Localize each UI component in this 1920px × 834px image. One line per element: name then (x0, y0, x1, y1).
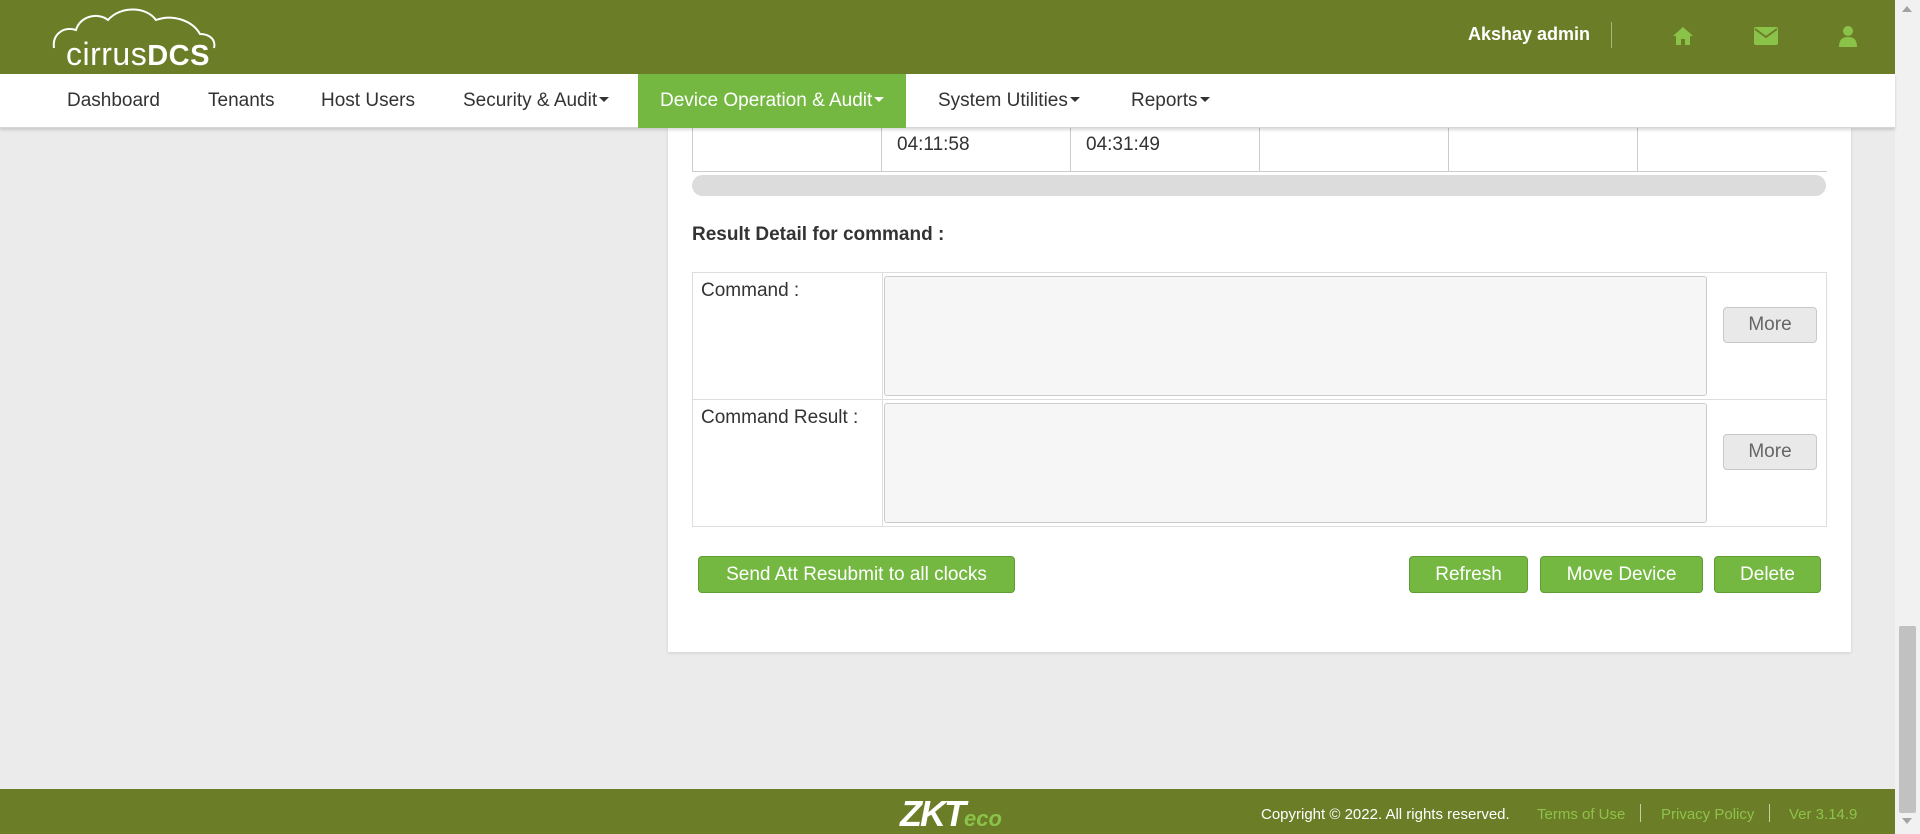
command-result-label: Command Result : (701, 407, 859, 428)
top-header: cirrusDCS Akshay admin (0, 0, 1895, 74)
home-icon[interactable] (1669, 22, 1697, 50)
nav-reports[interactable]: Reports (1109, 74, 1232, 128)
cirrusdcs-logo[interactable]: cirrusDCS (50, 4, 220, 72)
scroll-up-arrow-icon[interactable] (1902, 6, 1912, 12)
table-cell (692, 128, 881, 172)
copyright-text: Copyright © 2022. All rights reserved. (1261, 806, 1510, 823)
send-att-resubmit-button[interactable]: Send Att Resubmit to all clocks (698, 556, 1015, 593)
command-more-button[interactable]: More (1723, 307, 1817, 343)
footer-divider (1640, 804, 1641, 822)
table-horizontal-scrollbar[interactable] (692, 175, 1826, 196)
caret-down-icon (599, 96, 610, 102)
move-device-button[interactable]: Move Device (1540, 556, 1703, 593)
command-textarea[interactable] (884, 276, 1707, 396)
column-divider (882, 273, 883, 526)
header-divider (1611, 22, 1612, 48)
caret-down-icon (874, 96, 885, 102)
delete-button[interactable]: Delete (1714, 556, 1821, 593)
table-cell: 04:11:58 (881, 128, 1070, 172)
nav-system-utilities[interactable]: System Utilities (916, 74, 1102, 128)
command-label: Command : (701, 280, 800, 301)
user-icon[interactable] (1834, 22, 1862, 50)
user-name[interactable]: Akshay admin (1468, 24, 1590, 45)
command-result-textarea[interactable] (884, 403, 1707, 523)
caret-down-icon (1199, 96, 1210, 102)
table-row: 04:11:58 04:31:49 (692, 128, 1827, 172)
command-result-more-button[interactable]: More (1723, 434, 1817, 470)
terms-of-use-link[interactable]: Terms of Use (1537, 806, 1625, 823)
main-nav: Dashboard Tenants Host Users Security & … (0, 74, 1895, 128)
logo-text: cirrusDCS (66, 36, 210, 72)
result-detail-title: Result Detail for command : (692, 224, 945, 245)
page-footer: ZKTeco Copyright © 2022. All rights rese… (0, 789, 1895, 834)
nav-tenants[interactable]: Tenants (186, 74, 297, 128)
nav-device-operation-audit[interactable]: Device Operation & Audit (638, 74, 907, 128)
nav-security-audit[interactable]: Security & Audit (441, 74, 631, 128)
page-vertical-scrollbar[interactable] (1895, 0, 1920, 834)
caret-down-icon (1069, 96, 1080, 102)
privacy-policy-link[interactable]: Privacy Policy (1661, 806, 1754, 823)
row-divider (693, 399, 1826, 400)
scroll-down-arrow-icon[interactable] (1902, 818, 1912, 824)
zkteco-logo: ZKTeco (900, 793, 1002, 834)
refresh-button[interactable]: Refresh (1409, 556, 1528, 593)
table-cell (1259, 128, 1448, 172)
table-cell (1448, 128, 1637, 172)
mail-icon[interactable] (1752, 22, 1780, 50)
footer-divider (1769, 804, 1770, 822)
table-cell: 04:31:49 (1070, 128, 1259, 172)
table-cell (1637, 128, 1827, 172)
nav-host-users[interactable]: Host Users (299, 74, 437, 128)
scrollbar-thumb[interactable] (1899, 626, 1916, 813)
version-text: Ver 3.14.9 (1789, 806, 1858, 823)
nav-dashboard[interactable]: Dashboard (45, 74, 182, 128)
result-detail-table: Command : More Command Result : More (692, 272, 1827, 527)
